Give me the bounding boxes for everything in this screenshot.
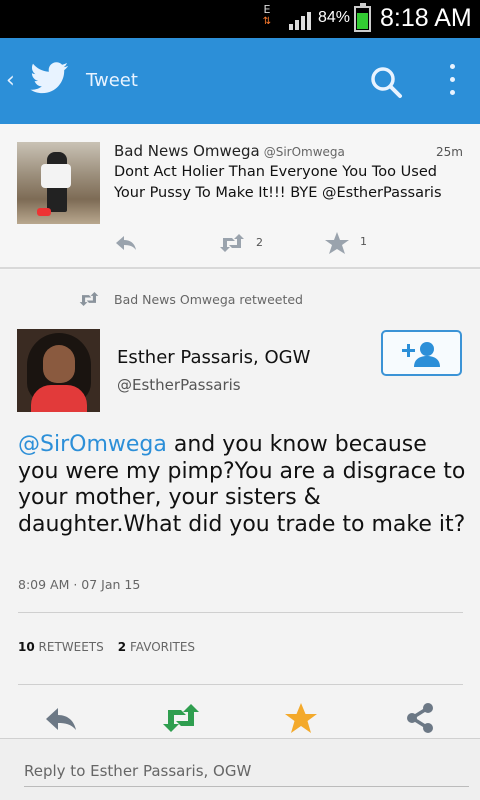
retweet-icon[interactable] (160, 704, 202, 732)
mention-link[interactable]: @SirOmwega (18, 432, 167, 457)
battery-percent: 84% (318, 9, 351, 26)
divider (18, 612, 463, 613)
retweeted-by-label[interactable]: Bad News Omwega retweeted (114, 292, 303, 307)
search-icon[interactable] (366, 62, 406, 102)
author-name[interactable]: Esther Passaris, OGW (117, 347, 310, 368)
tweet-text: @SirOmwega and you know because you were… (18, 432, 468, 538)
clock: 8:18 AM (380, 4, 472, 32)
parent-tweet-author[interactable]: Bad News Omwega @SirOmwega (114, 142, 345, 160)
tweet-stats: 10 RETWEETS 2 FAVORITES (18, 640, 195, 654)
signal-icon (289, 12, 311, 30)
retweet-count: 2 (256, 236, 263, 249)
chevron-left-icon[interactable]: ‹ (6, 68, 15, 93)
avatar[interactable] (17, 329, 100, 412)
retweets-count: 10 (18, 640, 35, 654)
favorite-count: 1 (360, 235, 367, 248)
add-user-icon (402, 342, 440, 367)
battery-icon (354, 3, 371, 32)
retweets-stat[interactable]: 10 RETWEETS (18, 640, 104, 654)
favorites-label: FAVORITES (129, 640, 196, 654)
avatar[interactable] (17, 142, 100, 224)
overflow-menu-icon[interactable] (440, 60, 464, 100)
reply-icon[interactable] (44, 706, 78, 732)
retweets-label: RETWEETS (38, 640, 104, 654)
tweet-time: 25m (436, 145, 463, 159)
data-activity-icon: ⇅ (262, 16, 272, 27)
divider (0, 267, 480, 269)
retweet-icon[interactable] (218, 234, 246, 252)
reply-input[interactable] (24, 755, 469, 787)
favorites-stat[interactable]: 2 FAVORITES (118, 640, 195, 654)
author-handle[interactable]: @SirOmwega (264, 145, 345, 159)
share-icon[interactable] (404, 702, 436, 734)
follow-button[interactable] (381, 330, 462, 376)
tweet-timestamp: 8:09 AM · 07 Jan 15 (18, 577, 141, 592)
screen-title: Tweet (86, 70, 138, 91)
favorites-count: 2 (117, 640, 127, 654)
divider (18, 684, 463, 685)
app-bar: ‹ Tweet (0, 38, 480, 124)
retweet-icon (79, 292, 99, 306)
star-icon[interactable] (325, 232, 349, 254)
author-handle[interactable]: @EstherPassaris (117, 376, 241, 394)
network-indicator: E ⇅ (262, 4, 272, 28)
parent-tweet-text: Dont Act Holier Than Everyone You Too Us… (114, 164, 442, 201)
status-bar: E ⇅ 84% 8:18 AM (0, 0, 480, 38)
twitter-bird-icon[interactable] (30, 62, 70, 96)
network-type: E (263, 3, 271, 16)
reply-icon[interactable] (114, 234, 138, 252)
author-name[interactable]: Bad News Omwega (114, 142, 260, 160)
star-icon[interactable] (284, 702, 318, 734)
